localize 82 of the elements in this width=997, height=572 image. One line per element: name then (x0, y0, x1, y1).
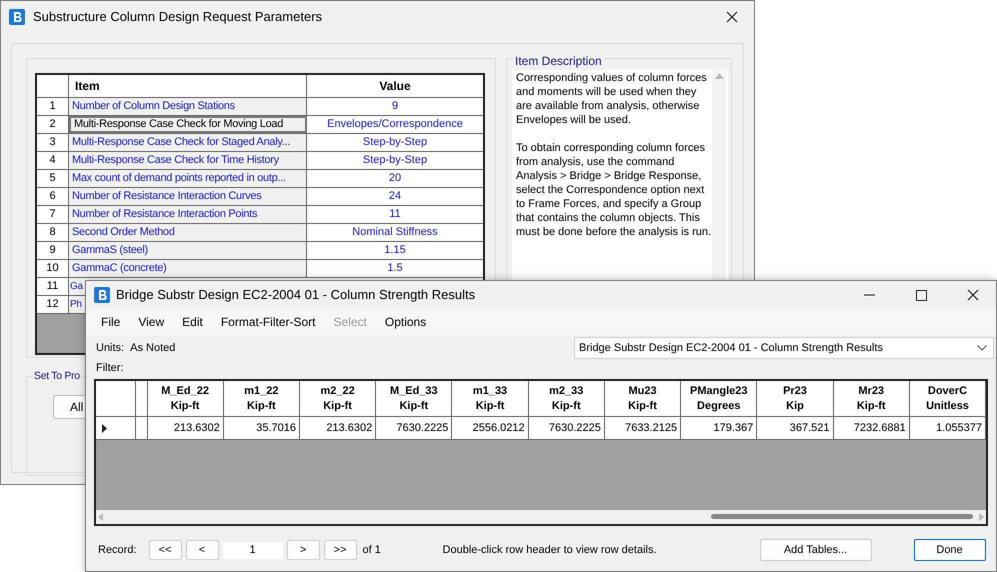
table-cell: 179.367 (681, 417, 758, 439)
table-cell: 35.7016 (224, 417, 300, 439)
record-label: Record: (98, 542, 137, 558)
table-cell[interactable]: Number of Resistance Interaction Curves (69, 188, 307, 205)
table-cell-text: Envelopes/Correspondence (326, 117, 464, 132)
column-header: Mu23 Kip-ft (604, 381, 682, 416)
nav-button[interactable]: < (186, 540, 219, 560)
table-cell-text: 11 (388, 207, 402, 222)
table-cell-text: Step-by-Step (362, 135, 428, 150)
table-cell: 7630.2225 (528, 417, 605, 439)
scroll-left-icon (98, 513, 103, 521)
nav-button[interactable]: << (148, 540, 182, 560)
column-header: m1_22 Kip-ft (224, 381, 300, 416)
chevron-down-icon (977, 345, 987, 351)
table-cell: 367.521 (757, 417, 834, 439)
scrollbar-thumb[interactable] (711, 514, 973, 519)
current-row-icon (102, 424, 107, 432)
units-value: As Noted (130, 341, 176, 356)
scroll-right-icon (979, 513, 984, 521)
column-header: M_Ed_22 Kip-ft (148, 381, 224, 416)
table-cell[interactable]: Multi-Response Case Check for Time History (69, 152, 307, 169)
table-cell: 7630.2225 (376, 417, 452, 439)
record-count: of 1 (362, 542, 382, 558)
column-header: Pr23 Kip (757, 381, 834, 416)
scroll-up-icon (714, 73, 724, 79)
table-cell[interactable]: Max count of demand points reported in outp... (69, 170, 307, 187)
horizontal-scrollbar[interactable] (96, 510, 986, 524)
menu-item[interactable]: View (129, 313, 174, 331)
table-cell[interactable]: Multi-Response Case Check for Staged Analy... (69, 134, 307, 151)
table-cell[interactable]: Number of Column Design Stations (69, 98, 307, 115)
table-cell: 2556.0212 (452, 417, 529, 439)
table-cell[interactable]: Number of Resistance Interaction Points (69, 206, 307, 223)
column-header: DoverC Unitless (910, 381, 986, 416)
table-cell[interactable]: GammaC (concrete) (69, 260, 307, 277)
close-icon (726, 11, 738, 23)
table-cell[interactable]: Ph (69, 296, 82, 313)
table-cell: 213.6302 (300, 417, 376, 439)
table-cell: 7232.6881 (834, 417, 910, 439)
column-header: PMangle23 Degrees (681, 381, 758, 416)
window-title: Bridge Substr Design EC2-2004 01 - Column Strength Results (116, 286, 476, 304)
column-header: M_Ed_33 Kip-ft (376, 381, 452, 416)
table-cell: 213.6302 (148, 417, 224, 439)
nav-button[interactable]: >> (324, 540, 357, 560)
menu-item[interactable]: Format-Filter-Sort (212, 313, 324, 331)
menu-item[interactable]: Edit (173, 313, 212, 331)
column-header: Item (69, 75, 307, 97)
maximize-icon (916, 290, 926, 300)
table-cell-text: Step-by-Step (362, 153, 428, 168)
table-cell-text: 9 (390, 99, 400, 114)
units-label: Units: (96, 341, 124, 356)
description-text: Corresponding values of column forces and moments will be used when they are available from analysis, otherwise Envelopes will be used. (516, 71, 708, 127)
column-header: m2_22 Kip-ft (300, 381, 376, 416)
done-button[interactable]: Done (914, 539, 986, 561)
table-select[interactable]: Bridge Substr Design EC2-2004 01 - Column Strength Results (574, 337, 994, 359)
table-cell-text: 1.5 (386, 261, 404, 276)
table-cell-text: 24 (388, 189, 402, 204)
hint-text: Double-click row header to view row details. (442, 542, 658, 558)
column-header: m1_33 Kip-ft (452, 381, 529, 416)
table-cell: 1.055377 (910, 417, 986, 439)
column-header: Mr23 Kip-ft (834, 381, 910, 416)
nav-button[interactable]: > (286, 540, 320, 560)
table-cell[interactable]: Ga (69, 278, 82, 295)
table-cell-text: Nominal Stiffness (351, 225, 439, 240)
close-icon (967, 289, 979, 301)
table-cell-text: 1.15 (383, 243, 407, 258)
table-cell[interactable]: Second Order Method (69, 224, 307, 241)
record-field[interactable]: 1 (222, 542, 283, 558)
filter-label: Filter: (96, 360, 124, 376)
table-cell: 7633.2125 (604, 417, 682, 439)
add-tables-button[interactable]: Add Tables... (760, 539, 872, 561)
table-cell[interactable]: GammaS (steel) (69, 242, 307, 259)
minimize-icon (864, 294, 874, 296)
app-logo-icon (9, 9, 25, 25)
table-cell[interactable]: Multi-Response Case Check for Moving Load (69, 116, 307, 133)
table-cell-text: 20 (388, 171, 402, 186)
column-header: Value (378, 78, 412, 95)
column-header: m2_33 Kip-ft (528, 381, 605, 416)
window-title: Substructure Column Design Request Parameters (33, 8, 324, 26)
menu-item[interactable]: File (92, 313, 130, 331)
app-logo-icon (94, 287, 110, 303)
description-text: To obtain corresponding column forces from analysis, use the command Analysis > Bridge > Bridge Response, select the Correspondence option next to Frame Forces, and specify a Group that contains the column objects. This must be done before the analysis is run. (516, 141, 712, 239)
menu-item[interactable]: Options (376, 313, 436, 331)
